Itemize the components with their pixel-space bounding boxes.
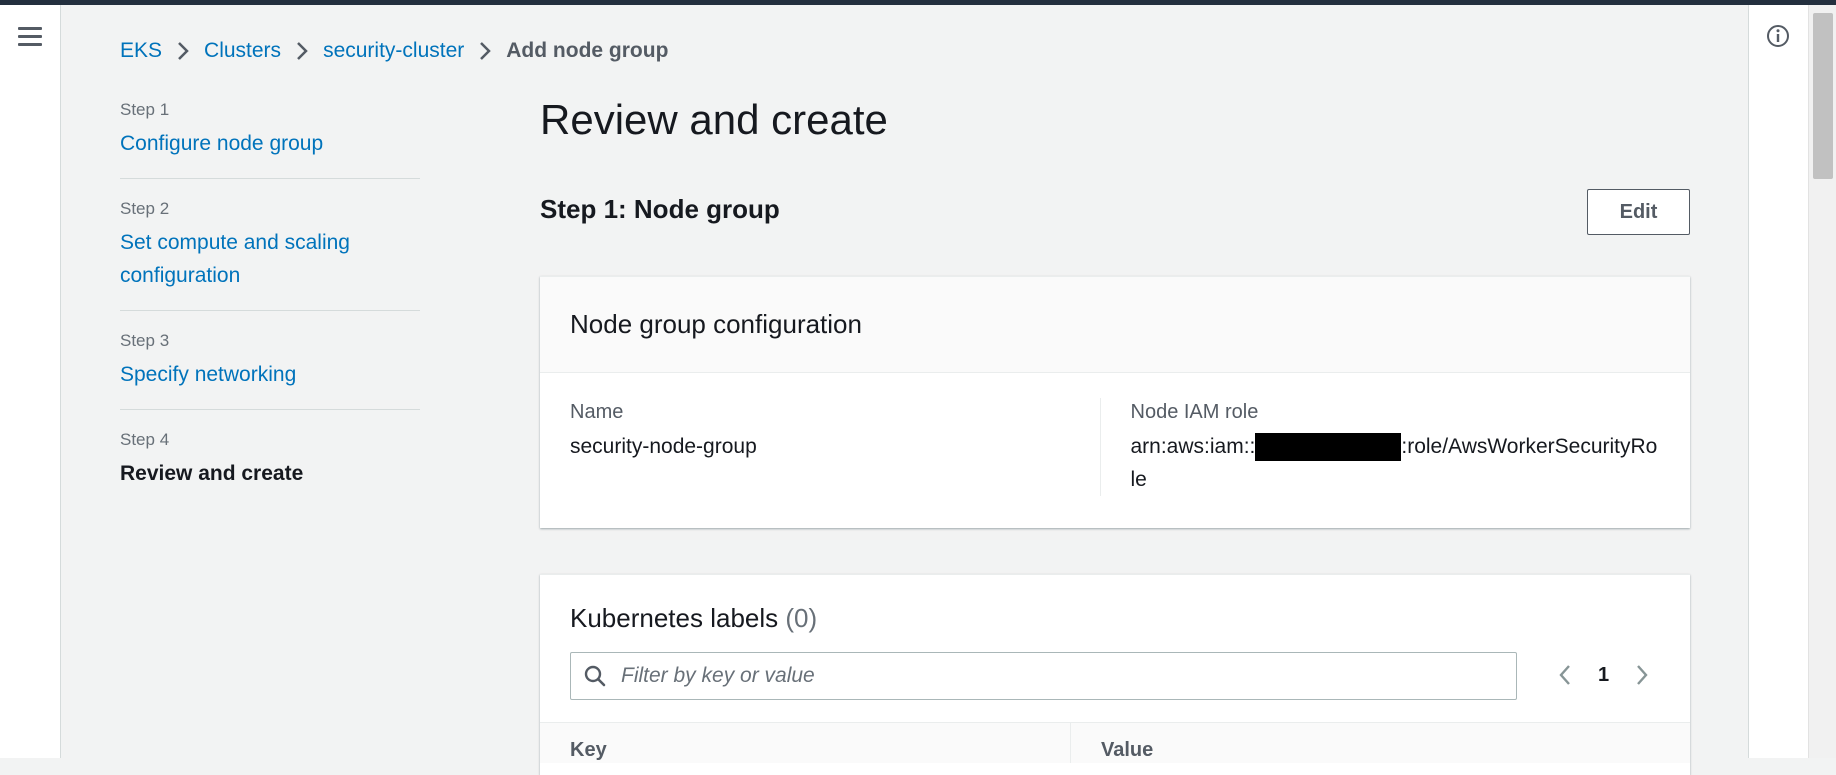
pagination: 1	[1550, 660, 1657, 690]
step-number: Step 3	[120, 331, 170, 350]
filter-box	[570, 652, 1517, 700]
card-header: Kubernetes labels (0)	[540, 575, 1690, 634]
card-header: Node group configuration	[540, 277, 1690, 373]
breadcrumb-eks[interactable]: EKS	[120, 39, 162, 63]
node-iam-role-value: arn:aws:iam:::role/AwsWorkerSecurityRole	[1131, 430, 1661, 496]
wizard-step-3: Step 3 Specify networking	[120, 329, 420, 410]
step-link-configure-node-group[interactable]: Configure node group	[120, 127, 420, 160]
scrollbar-thumb[interactable]	[1813, 13, 1833, 179]
navigation-rail	[0, 5, 61, 758]
step-link-compute-scaling[interactable]: Set compute and scaling configuration	[120, 226, 420, 292]
step-number: Step 2	[120, 199, 170, 218]
redacted-account-id	[1255, 433, 1402, 462]
step-number: Step 1	[120, 100, 170, 119]
tools-rail	[1748, 5, 1809, 758]
name-value: security-node-group	[570, 435, 757, 458]
step-current-review-create: Review and create	[120, 462, 304, 485]
hamburger-icon[interactable]	[18, 27, 42, 49]
breadcrumb-current: Add node group	[506, 39, 669, 62]
page-number[interactable]: 1	[1598, 664, 1609, 687]
search-icon	[584, 665, 606, 687]
filter-row: 1	[540, 652, 1690, 722]
labels-count: (0)	[785, 603, 818, 633]
breadcrumb: EKS Clusters security-cluster Add node g…	[120, 36, 668, 66]
chevron-right-icon	[176, 40, 190, 62]
role-arn-prefix: arn:aws:iam::	[1130, 435, 1256, 458]
name-label: Name	[570, 401, 624, 423]
chevron-left-icon[interactable]	[1550, 660, 1580, 690]
table-header: Key Value	[540, 722, 1690, 763]
edit-button[interactable]: Edit	[1587, 189, 1690, 235]
top-bar	[0, 0, 1836, 5]
breadcrumb-clusters[interactable]: Clusters	[204, 39, 281, 63]
column-header-value[interactable]: Value	[1071, 723, 1153, 763]
section-title: Step 1: Node group	[540, 194, 780, 224]
chevron-right-icon	[295, 40, 309, 62]
wizard-step-1: Step 1 Configure node group	[120, 98, 420, 179]
name-field: Name security-node-group	[570, 398, 1100, 496]
chevron-right-icon	[478, 40, 492, 62]
kubernetes-labels-card: Kubernetes labels (0) 1 Key Value	[540, 574, 1690, 775]
scrollbar[interactable]	[1808, 5, 1836, 758]
wizard-step-2: Step 2 Set compute and scaling configura…	[120, 197, 420, 311]
step-number: Step 4	[120, 430, 170, 449]
page-title: Review and create	[540, 96, 888, 143]
node-iam-role-label: Node IAM role	[1130, 401, 1259, 423]
kubernetes-labels-title: Kubernetes labels	[570, 603, 779, 633]
wizard-step-4: Step 4 Review and create	[120, 428, 420, 508]
step-link-specify-networking[interactable]: Specify networking	[120, 358, 420, 391]
chevron-right-icon[interactable]	[1627, 660, 1657, 690]
breadcrumb-security-cluster[interactable]: security-cluster	[323, 39, 464, 63]
node-iam-role-field: Node IAM role arn:aws:iam:::role/AwsWork…	[1099, 398, 1661, 496]
column-header-key[interactable]: Key	[570, 723, 1071, 763]
wizard-steps: Step 1 Configure node group Step 2 Set c…	[120, 98, 420, 526]
filter-input[interactable]	[619, 663, 1516, 689]
card-body: Name security-node-group Node IAM role a…	[540, 373, 1690, 526]
node-group-configuration-card: Node group configuration Name security-n…	[540, 276, 1690, 528]
info-icon[interactable]	[1766, 24, 1790, 48]
